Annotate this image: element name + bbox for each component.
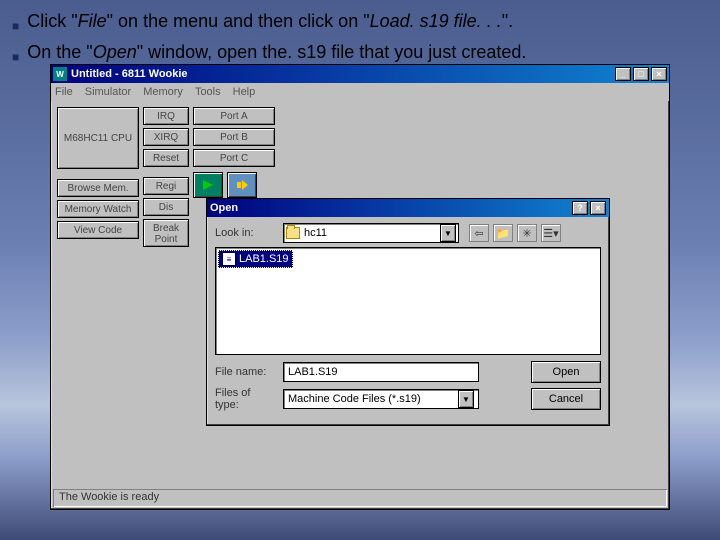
- irq-button[interactable]: IRQ: [143, 107, 189, 125]
- cpu-panel[interactable]: M68HC11 CPU: [57, 107, 139, 169]
- disassembly-button[interactable]: Dis: [143, 198, 189, 216]
- filename-label: File name:: [215, 366, 277, 378]
- cancel-button[interactable]: Cancel: [531, 388, 601, 410]
- reset-button[interactable]: Reset: [143, 149, 189, 167]
- port-b-button[interactable]: Port B: [193, 128, 275, 146]
- menu-file[interactable]: File: [55, 86, 73, 98]
- breakpoint-button[interactable]: Break Point: [143, 219, 189, 247]
- app-title: Untitled - 6811 Wookie: [71, 68, 188, 80]
- view-code-button[interactable]: View Code: [57, 221, 139, 239]
- filetype-combo[interactable]: Machine Code Files (*.s19) ▼: [283, 389, 479, 409]
- status-text: The Wookie is ready: [59, 491, 159, 503]
- menu-help[interactable]: Help: [233, 86, 256, 98]
- file-list[interactable]: ≡ LAB1.S19: [215, 247, 601, 355]
- up-folder-icon[interactable]: 📁: [493, 224, 513, 242]
- registers-button[interactable]: Regi: [143, 177, 189, 195]
- xirq-button[interactable]: XIRQ: [143, 128, 189, 146]
- bullet-icon: ■: [12, 44, 19, 70]
- lookin-value: hc11: [304, 227, 327, 239]
- app-icon: W: [53, 67, 67, 81]
- open-dialog: Open ? × Look in: hc11 ▼ ⇦ 📁 ✳ ☰▾: [206, 198, 610, 426]
- dropdown-icon[interactable]: ▼: [458, 390, 474, 408]
- dropdown-icon[interactable]: ▼: [440, 224, 456, 242]
- app-titlebar: W Untitled - 6811 Wookie _ □ ×: [51, 65, 669, 83]
- menu-memory[interactable]: Memory: [143, 86, 183, 98]
- minimize-button[interactable]: _: [615, 67, 631, 81]
- menu-simulator[interactable]: Simulator: [85, 86, 131, 98]
- dialog-titlebar: Open ? ×: [207, 199, 609, 217]
- lookin-combo[interactable]: hc11 ▼: [283, 223, 459, 243]
- dialog-title: Open: [210, 202, 238, 214]
- new-folder-icon[interactable]: ✳: [517, 224, 537, 242]
- run-icon[interactable]: [193, 172, 223, 198]
- browse-mem-button[interactable]: Browse Mem.: [57, 179, 139, 197]
- file-item-selected[interactable]: ≡ LAB1.S19: [218, 250, 293, 268]
- filetype-label: Files of type:: [215, 387, 277, 411]
- file-item-label: LAB1.S19: [239, 253, 289, 265]
- instruction-1: ■ Click "File" on the menu and then clic…: [12, 8, 708, 39]
- s19-file-icon: ≡: [222, 252, 236, 266]
- memory-watch-button[interactable]: Memory Watch: [57, 200, 139, 218]
- maximize-button[interactable]: □: [633, 67, 649, 81]
- menu-tools[interactable]: Tools: [195, 86, 221, 98]
- statusbar: The Wookie is ready: [53, 489, 667, 507]
- folder-icon: [286, 227, 300, 239]
- filename-input[interactable]: [283, 362, 479, 382]
- dialog-help-button[interactable]: ?: [572, 201, 588, 215]
- view-menu-icon[interactable]: ☰▾: [541, 224, 561, 242]
- dialog-close-button[interactable]: ×: [590, 201, 606, 215]
- close-button[interactable]: ×: [651, 67, 667, 81]
- back-icon[interactable]: ⇦: [469, 224, 489, 242]
- open-button[interactable]: Open: [531, 361, 601, 383]
- menubar: File Simulator Memory Tools Help: [51, 83, 669, 101]
- bullet-icon: ■: [12, 13, 19, 39]
- step-icon[interactable]: [227, 172, 257, 198]
- filetype-value: Machine Code Files (*.s19): [288, 393, 421, 405]
- port-c-button[interactable]: Port C: [193, 149, 275, 167]
- port-a-button[interactable]: Port A: [193, 107, 275, 125]
- lookin-label: Look in:: [215, 227, 277, 239]
